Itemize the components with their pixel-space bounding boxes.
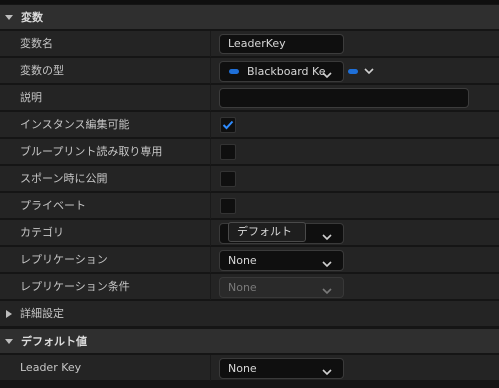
- blueprint-readonly-label: ブループリント読み取り専用: [20, 145, 163, 158]
- blueprint-readonly-checkbox[interactable]: [220, 144, 236, 160]
- section-title-variables: 変数: [21, 11, 43, 24]
- replication-label: レプリケーション: [20, 253, 108, 266]
- section-header-defaults[interactable]: デフォルト値: [0, 329, 499, 353]
- leader-key-value: None: [228, 362, 257, 375]
- row-variable-type: 変数の型 Blackboard Ke: [0, 58, 499, 84]
- chevron-down-icon: [321, 229, 333, 241]
- replication-condition-label: レプリケーション条件: [20, 280, 130, 293]
- row-advanced[interactable]: 詳細設定: [0, 301, 499, 327]
- variable-name-input[interactable]: LeaderKey: [219, 34, 344, 54]
- description-label: 説明: [20, 91, 42, 104]
- advanced-label: 詳細設定: [20, 307, 64, 320]
- row-replication-condition: レプリケーション条件 None: [0, 274, 499, 300]
- private-label: プライベート: [20, 199, 86, 212]
- replication-dropdown[interactable]: None: [219, 250, 344, 271]
- chevron-down-icon: [321, 364, 333, 376]
- variable-type-label: 変数の型: [20, 64, 64, 77]
- variable-name-label: 変数名: [20, 37, 53, 50]
- collapse-arrow-icon[interactable]: [4, 12, 14, 22]
- chevron-down-icon: [321, 67, 333, 79]
- instance-editable-label: インスタンス編集可能: [20, 118, 130, 131]
- expand-arrow-icon[interactable]: [5, 309, 13, 319]
- container-type-dropdown[interactable]: [348, 66, 376, 78]
- expose-on-spawn-label: スポーン時に公開: [20, 172, 108, 185]
- expose-on-spawn-checkbox[interactable]: [220, 171, 236, 187]
- replication-condition-value: None: [228, 281, 257, 294]
- section-header-variables[interactable]: 変数: [0, 5, 499, 29]
- row-private: プライベート: [0, 193, 499, 219]
- variable-type-dropdown[interactable]: Blackboard Ke: [219, 61, 344, 82]
- collapse-arrow-icon[interactable]: [4, 336, 14, 346]
- row-blueprint-readonly: ブループリント読み取り専用: [0, 139, 499, 165]
- category-label: カテゴリ: [20, 226, 64, 239]
- chevron-down-icon: [321, 256, 333, 268]
- container-type-pill-icon: [348, 69, 358, 74]
- checkmark-icon: [222, 120, 234, 130]
- private-checkbox[interactable]: [220, 198, 236, 214]
- category-value-tooltip: デフォルト: [228, 222, 306, 242]
- replication-value: None: [228, 254, 257, 267]
- row-variable-name: 変数名 LeaderKey: [0, 31, 499, 57]
- description-input[interactable]: [219, 88, 469, 108]
- variable-type-value: Blackboard Ke: [247, 65, 326, 78]
- chevron-down-icon: [321, 283, 333, 295]
- row-leader-key: Leader Key None: [0, 355, 499, 381]
- section-title-defaults: デフォルト値: [21, 335, 87, 348]
- type-pin-icon: [229, 69, 239, 74]
- instance-editable-checkbox[interactable]: [220, 117, 236, 133]
- top-strip: [0, 0, 499, 4]
- leader-key-label: Leader Key: [20, 361, 82, 374]
- row-description: 説明: [0, 85, 499, 111]
- row-replication: レプリケーション None: [0, 247, 499, 273]
- row-instance-editable: インスタンス編集可能: [0, 112, 499, 138]
- container-type-chevron-icon: [364, 68, 374, 75]
- row-expose-on-spawn: スポーン時に公開: [0, 166, 499, 192]
- leader-key-dropdown[interactable]: None: [219, 358, 344, 379]
- replication-condition-dropdown: None: [219, 277, 344, 298]
